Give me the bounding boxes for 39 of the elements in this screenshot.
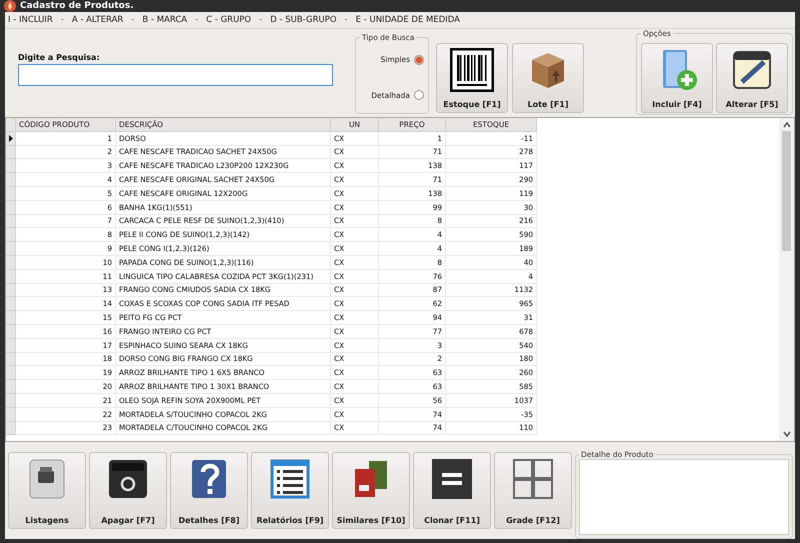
search-label: Digite a Pesquisa: xyxy=(18,53,101,62)
toolbar-button[interactable]: Estoque [F1] xyxy=(436,43,508,113)
flame-icon xyxy=(4,0,16,12)
toolbar-button[interactable]: Incluir [F4] xyxy=(641,43,713,113)
menu-separator: - xyxy=(195,15,198,25)
toolbar-button[interactable]: Clonar [F11] xyxy=(413,452,491,529)
scrollbar[interactable] xyxy=(779,118,794,441)
window-title: Cadastro de Produtos. xyxy=(20,1,134,11)
menu-item[interactable]: I - INCLUIR xyxy=(8,15,53,25)
menu-item[interactable]: C - GRUPO xyxy=(206,15,252,25)
grid-icon xyxy=(511,457,555,501)
scroll-down-icon[interactable] xyxy=(782,430,790,438)
equals-icon xyxy=(430,457,474,501)
list-icon xyxy=(268,457,312,501)
row-header[interactable] xyxy=(6,132,16,146)
barcode-icon xyxy=(450,48,494,92)
notepad-pencil-icon xyxy=(730,48,774,92)
menu-item[interactable]: A - ALTERAR xyxy=(72,15,124,25)
toolbar-button[interactable]: Listagens xyxy=(8,452,86,529)
scroll-up-icon[interactable] xyxy=(782,121,790,129)
row-pointer-icon xyxy=(8,134,12,142)
toolbar-button[interactable]: Grade [F12] xyxy=(494,452,572,529)
menu-separator: - xyxy=(131,15,134,25)
toolbar-button[interactable]: Lote [F1] xyxy=(512,43,584,113)
detail-field[interactable] xyxy=(579,459,789,535)
search-field[interactable] xyxy=(18,64,333,86)
recycle-bin-icon xyxy=(106,457,150,501)
menu-separator: - xyxy=(344,15,348,25)
menu-item[interactable]: E - UNIDADE DE MEDIDA xyxy=(356,15,460,25)
toolbar-button[interactable]: Alterar [F5] xyxy=(716,43,788,113)
toolbar-button[interactable]: Detalhes [F8] xyxy=(170,452,248,529)
toolbar-button[interactable]: Apagar [F7] xyxy=(89,452,167,529)
scroll-thumb[interactable] xyxy=(782,131,791,251)
menu-item[interactable]: D - SUB-GRUPO xyxy=(270,15,337,25)
menu-separator: - xyxy=(259,15,262,25)
menu-item[interactable]: B - MARCA xyxy=(142,15,188,25)
menu-separator: - xyxy=(60,15,64,25)
toolbar-button[interactable]: Similares [F10] xyxy=(332,452,410,529)
toolbar-button[interactable]: Relatórios [F9] xyxy=(251,452,329,529)
